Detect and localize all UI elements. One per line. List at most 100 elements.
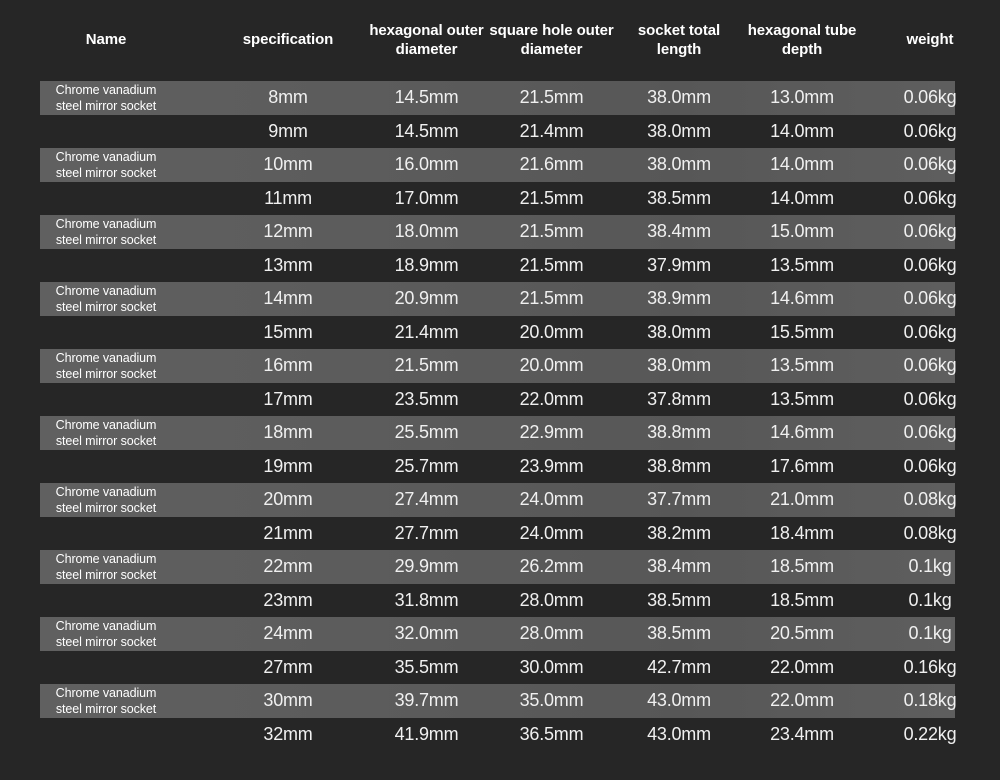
- cell-hexagonal-outer-diameter: 16.0mm: [394, 154, 459, 175]
- cell-square-hole-outer-diameter: 20.0mm: [519, 355, 584, 376]
- table-row[interactable]: Chrome vanadium steel mirror socket 24mm 3…: [0, 617, 1000, 651]
- cell-specification: 18mm: [263, 422, 313, 443]
- table-row[interactable]: 27mm 35.5mm 30.0mm 42.7mm 22.0mm 0.16kg: [0, 651, 1000, 685]
- cell-socket-total-length: 38.8mm: [647, 455, 711, 476]
- cell-hexagonal-tube-depth: 14.6mm: [770, 422, 834, 443]
- cell-specification: 19mm: [263, 455, 313, 476]
- cell-hexagonal-tube-depth: 22.0mm: [770, 690, 834, 711]
- column-header-specification: specification: [242, 31, 334, 49]
- cell-specification: 24mm: [263, 623, 313, 644]
- table-row[interactable]: Chrome vanadium steel mirror socket 30mm 3…: [0, 684, 1000, 718]
- cell-specification: 10mm: [263, 154, 313, 175]
- cell-specification: 23mm: [263, 589, 313, 610]
- cell-hexagonal-tube-depth: 15.0mm: [770, 221, 834, 242]
- cell-square-hole-outer-diameter: 28.0mm: [519, 589, 584, 610]
- cell-socket-total-length: 38.5mm: [647, 589, 711, 610]
- cell-weight: 0.06kg: [903, 355, 957, 376]
- cell-weight: 0.08kg: [903, 522, 957, 543]
- cell-hexagonal-tube-depth: 13.0mm: [770, 87, 834, 108]
- cell-hexagonal-tube-depth: 13.5mm: [770, 254, 834, 275]
- cell-square-hole-outer-diameter: 21.6mm: [519, 154, 584, 175]
- cell-hexagonal-tube-depth: 18.4mm: [770, 522, 834, 543]
- table-row[interactable]: Chrome vanadium steel mirror socket 8mm 14…: [0, 81, 1000, 115]
- cell-square-hole-outer-diameter: 21.5mm: [519, 87, 584, 108]
- cell-weight: 0.06kg: [903, 455, 957, 476]
- cell-hexagonal-outer-diameter: 39.7mm: [394, 690, 459, 711]
- cell-weight: 0.06kg: [903, 87, 957, 108]
- table-row[interactable]: Chrome vanadium steel mirror socket 14mm 2…: [0, 282, 1000, 316]
- column-header-hexagonal-tube-depth: hexagonal tube depth: [747, 21, 857, 58]
- table-row[interactable]: 11mm 17.0mm 21.5mm 38.5mm 14.0mm 0.06kg: [0, 182, 1000, 216]
- table-row[interactable]: 21mm 27.7mm 24.0mm 38.2mm 18.4mm 0.08kg: [0, 517, 1000, 551]
- table-row[interactable]: 23mm 31.8mm 28.0mm 38.5mm 18.5mm 0.1kg: [0, 584, 1000, 618]
- cell-socket-total-length: 43.0mm: [647, 723, 711, 744]
- table-row[interactable]: 15mm 21.4mm 20.0mm 38.0mm 15.5mm 0.06kg: [0, 316, 1000, 350]
- cell-hexagonal-tube-depth: 15.5mm: [770, 321, 834, 342]
- cell-socket-total-length: 38.4mm: [647, 556, 711, 577]
- table-row[interactable]: 13mm 18.9mm 21.5mm 37.9mm 13.5mm 0.06kg: [0, 249, 1000, 283]
- cell-hexagonal-tube-depth: 21.0mm: [770, 489, 834, 510]
- cell-square-hole-outer-diameter: 21.5mm: [519, 288, 584, 309]
- cell-square-hole-outer-diameter: 20.0mm: [519, 321, 584, 342]
- cell-hexagonal-outer-diameter: 21.4mm: [394, 321, 459, 342]
- cell-weight: 0.06kg: [903, 154, 957, 175]
- cell-name: Chrome vanadium steel mirror socket: [55, 149, 157, 180]
- cell-weight: 0.06kg: [903, 254, 957, 275]
- cell-specification: 12mm: [263, 221, 313, 242]
- table-row[interactable]: 9mm 14.5mm 21.4mm 38.0mm 14.0mm 0.06kg: [0, 115, 1000, 149]
- table-row[interactable]: 17mm 23.5mm 22.0mm 37.8mm 13.5mm 0.06kg: [0, 383, 1000, 417]
- cell-weight: 0.06kg: [903, 221, 957, 242]
- cell-specification: 20mm: [263, 489, 313, 510]
- cell-hexagonal-outer-diameter: 14.5mm: [394, 87, 459, 108]
- cell-specification: 32mm: [263, 723, 313, 744]
- cell-square-hole-outer-diameter: 28.0mm: [519, 623, 584, 644]
- table-row[interactable]: 32mm 41.9mm 36.5mm 43.0mm 23.4mm 0.22kg: [0, 718, 1000, 752]
- cell-square-hole-outer-diameter: 22.0mm: [519, 388, 584, 409]
- cell-specification: 27mm: [263, 656, 313, 677]
- cell-socket-total-length: 43.0mm: [647, 690, 711, 711]
- cell-hexagonal-outer-diameter: 14.5mm: [394, 120, 459, 141]
- table-row[interactable]: Chrome vanadium steel mirror socket 18mm 2…: [0, 416, 1000, 450]
- cell-specification: 11mm: [264, 187, 312, 208]
- column-header-name: Name: [85, 31, 127, 49]
- cell-name: Chrome vanadium steel mirror socket: [55, 417, 157, 448]
- table-row[interactable]: 19mm 25.7mm 23.9mm 38.8mm 17.6mm 0.06kg: [0, 450, 1000, 484]
- cell-weight: 0.22kg: [903, 723, 957, 744]
- cell-hexagonal-tube-depth: 14.0mm: [770, 187, 834, 208]
- cell-hexagonal-tube-depth: 22.0mm: [770, 656, 834, 677]
- cell-socket-total-length: 42.7mm: [647, 656, 711, 677]
- table-row[interactable]: Chrome vanadium steel mirror socket 12mm 1…: [0, 215, 1000, 249]
- cell-hexagonal-outer-diameter: 25.7mm: [394, 455, 459, 476]
- cell-hexagonal-outer-diameter: 23.5mm: [394, 388, 459, 409]
- cell-hexagonal-outer-diameter: 27.4mm: [394, 489, 459, 510]
- table-row[interactable]: Chrome vanadium steel mirror socket 10mm 1…: [0, 148, 1000, 182]
- cell-hexagonal-outer-diameter: 32.0mm: [394, 623, 459, 644]
- cell-socket-total-length: 37.8mm: [647, 388, 711, 409]
- cell-weight: 0.18kg: [903, 690, 957, 711]
- cell-socket-total-length: 38.0mm: [647, 355, 711, 376]
- cell-square-hole-outer-diameter: 22.9mm: [519, 422, 584, 443]
- cell-name: Chrome vanadium steel mirror socket: [55, 350, 157, 381]
- cell-hexagonal-outer-diameter: 18.0mm: [394, 221, 459, 242]
- cell-square-hole-outer-diameter: 24.0mm: [519, 489, 584, 510]
- cell-hexagonal-tube-depth: 13.5mm: [770, 355, 834, 376]
- cell-socket-total-length: 37.9mm: [647, 254, 711, 275]
- cell-hexagonal-outer-diameter: 27.7mm: [394, 522, 459, 543]
- cell-name: Chrome vanadium steel mirror socket: [55, 283, 157, 314]
- cell-hexagonal-tube-depth: 23.4mm: [770, 723, 834, 744]
- cell-specification: 17mm: [263, 388, 313, 409]
- cell-specification: 9mm: [268, 120, 308, 141]
- table-row[interactable]: Chrome vanadium steel mirror socket 16mm 2…: [0, 349, 1000, 383]
- cell-hexagonal-outer-diameter: 29.9mm: [394, 556, 459, 577]
- cell-square-hole-outer-diameter: 21.5mm: [519, 221, 584, 242]
- cell-weight: 0.1kg: [908, 556, 952, 577]
- table-row[interactable]: Chrome vanadium steel mirror socket 20mm 2…: [0, 483, 1000, 517]
- cell-hexagonal-tube-depth: 20.5mm: [770, 623, 834, 644]
- cell-square-hole-outer-diameter: 35.0mm: [519, 690, 584, 711]
- cell-hexagonal-outer-diameter: 20.9mm: [394, 288, 459, 309]
- cell-weight: 0.1kg: [908, 589, 952, 610]
- cell-weight: 0.16kg: [903, 656, 957, 677]
- cell-hexagonal-tube-depth: 18.5mm: [770, 556, 834, 577]
- table-row[interactable]: Chrome vanadium steel mirror socket 22mm 2…: [0, 550, 1000, 584]
- cell-name: Chrome vanadium steel mirror socket: [55, 618, 157, 649]
